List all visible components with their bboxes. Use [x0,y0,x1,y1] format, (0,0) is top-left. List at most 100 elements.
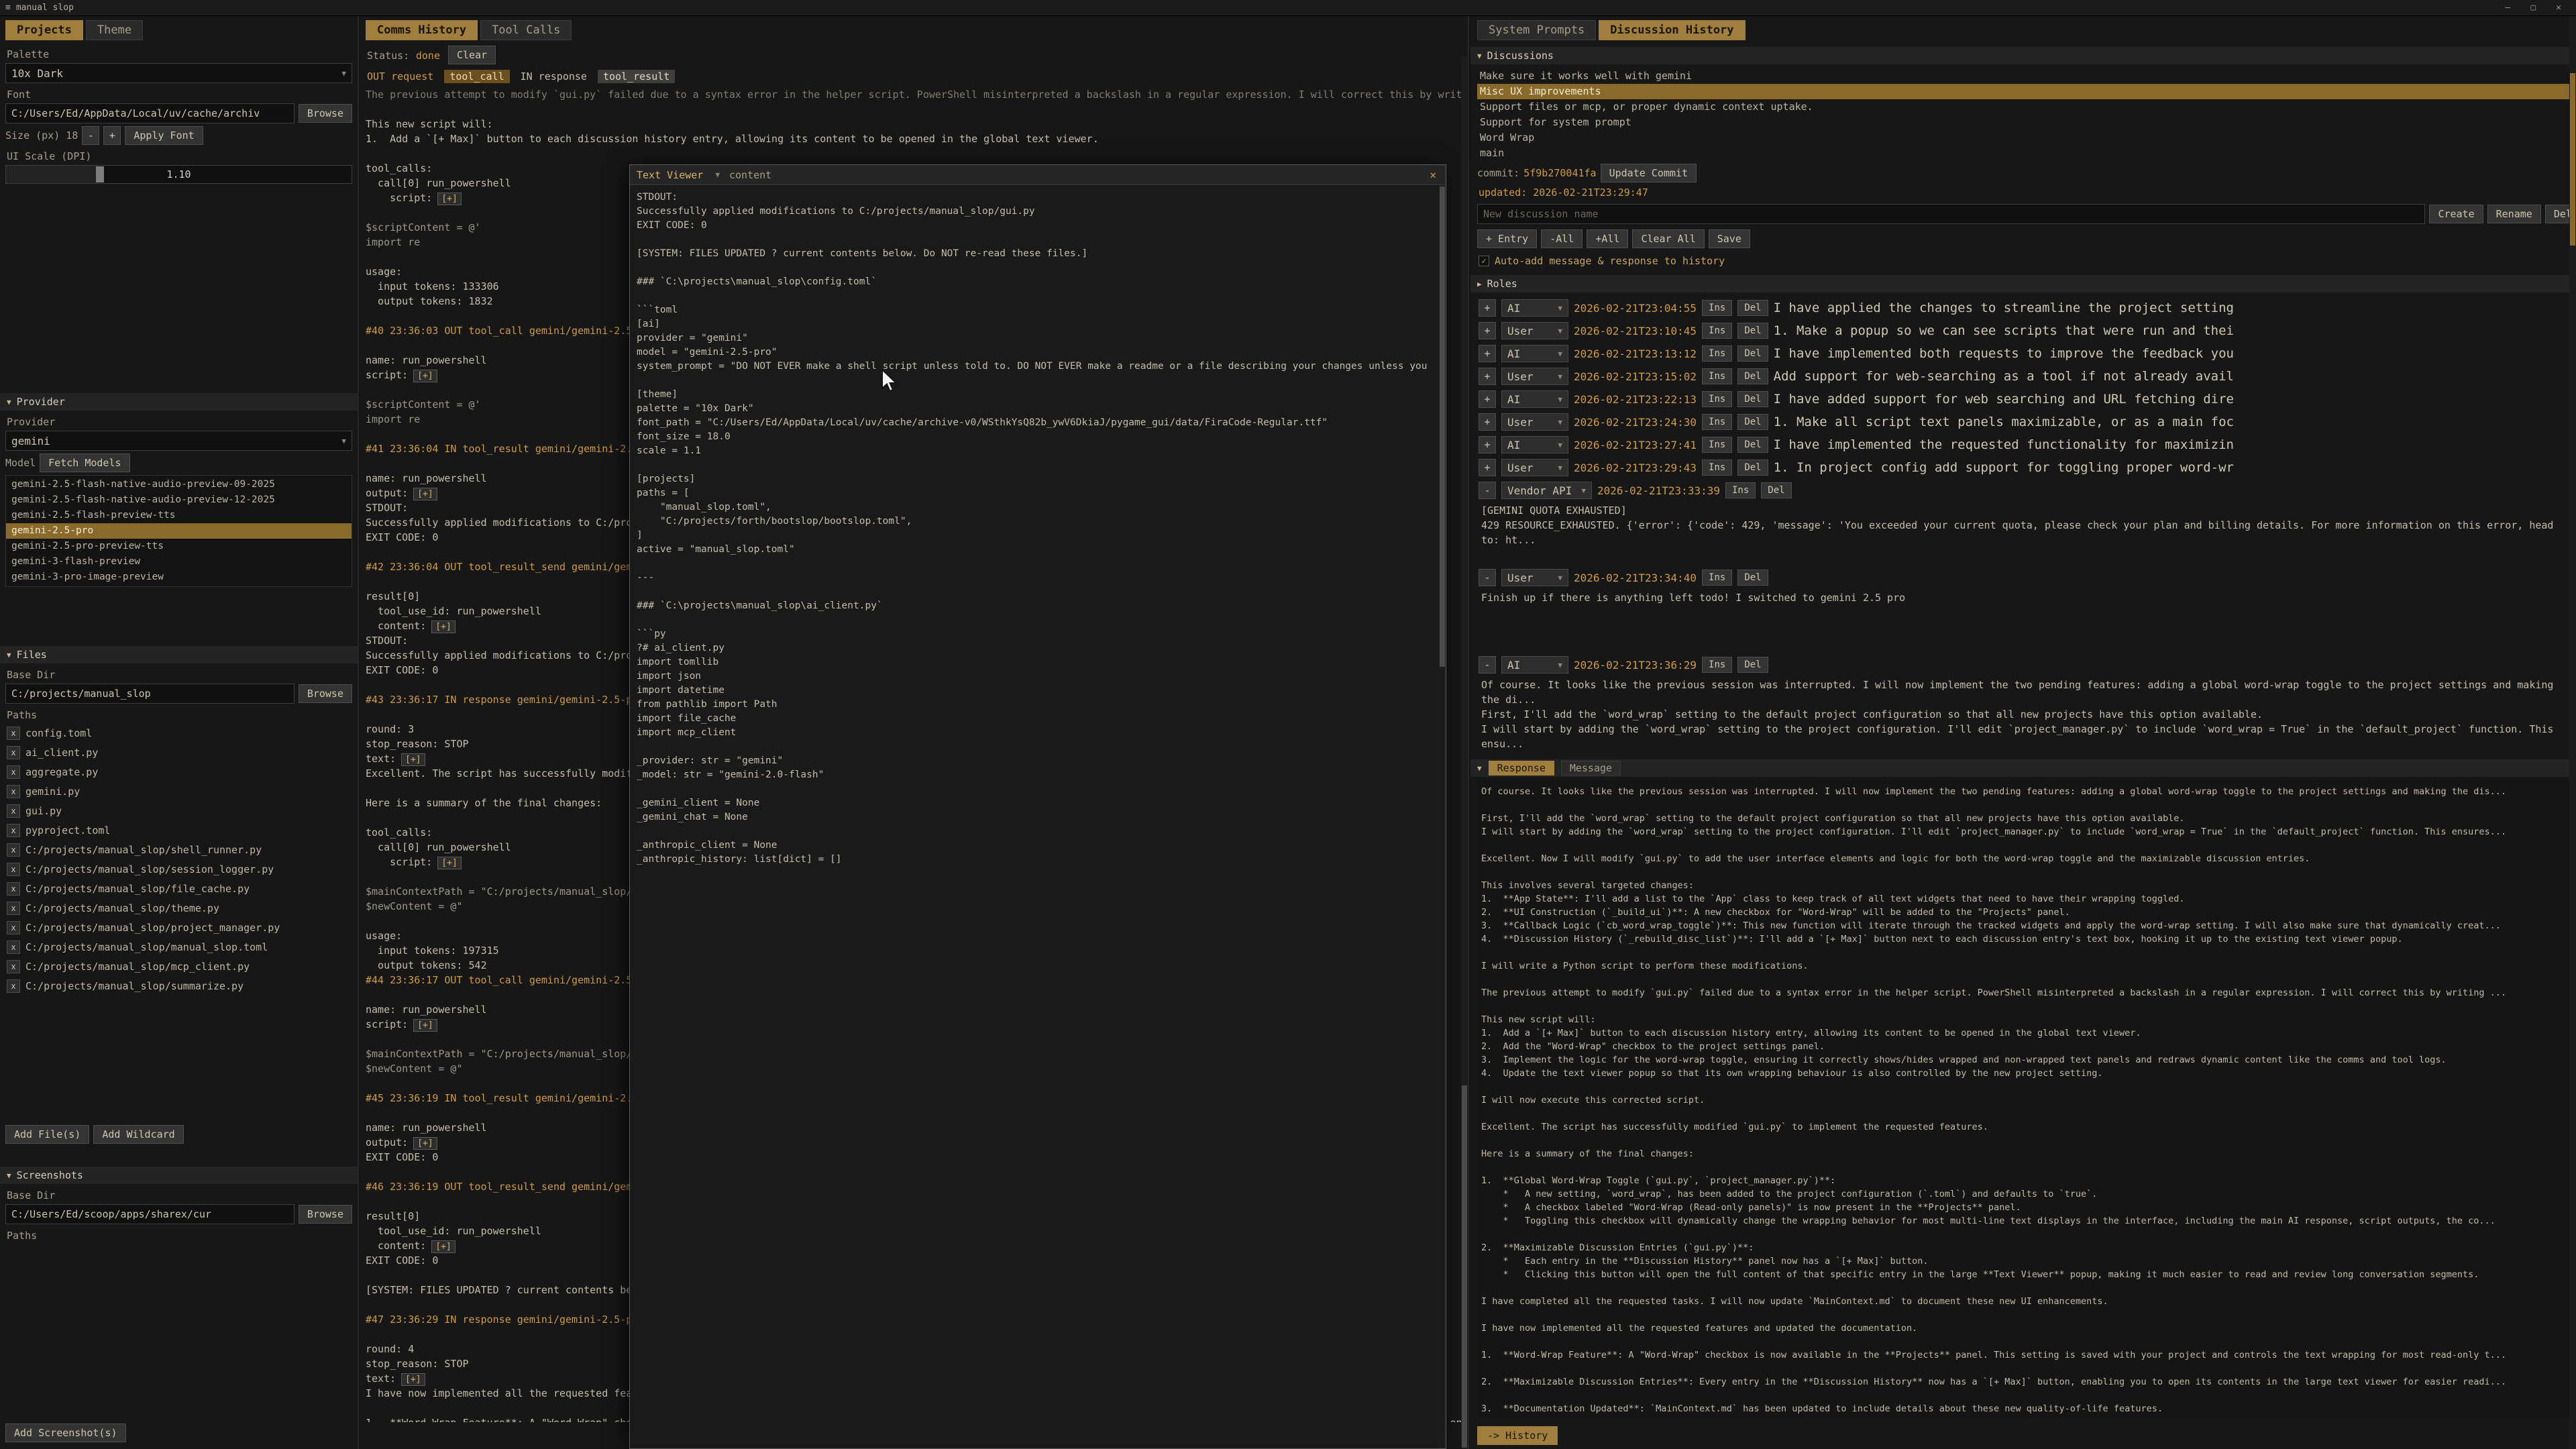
add-files-button[interactable]: Add File(s) [5,1125,89,1144]
maximize-icon[interactable]: ▢ [2530,3,2536,13]
text-viewer-titlebar[interactable]: Text Viewer ▼ content ✕ [630,165,1446,185]
files-section-header[interactable]: ▼ Files [0,646,358,663]
files-base-dir-input[interactable] [5,684,294,704]
fetch-models-button[interactable]: Fetch Models [40,453,129,472]
scrollbar-thumb[interactable] [1440,186,1445,667]
remove-file-button[interactable]: x [7,979,20,993]
entry-role-select[interactable]: User▼ [1501,459,1568,476]
save-button[interactable]: Save [1709,229,1750,248]
entry-toggle-button[interactable]: + [1479,345,1496,362]
entry-delete-button[interactable]: Del [1761,482,1791,498]
entry-delete-button[interactable]: Del [1737,345,1768,362]
new-discussion-input[interactable] [1477,204,2425,224]
entry-role-select[interactable]: AI▼ [1501,299,1568,317]
tab-message[interactable]: Message [1561,761,1621,775]
remove-file-button[interactable]: x [7,785,20,798]
entry-toggle-button[interactable]: - [1479,482,1496,499]
tab-projects[interactable]: Projects [5,20,83,40]
clear-all-button[interactable]: Clear All [1632,229,1704,248]
remove-file-button[interactable]: x [7,882,20,896]
entry-toggle-button[interactable]: + [1479,299,1496,317]
discussion-item[interactable]: main [1477,146,2569,161]
provider-select[interactable]: gemini ▼ [5,431,352,451]
scrollbar-thumb[interactable] [2570,73,2575,245]
files-browse-button[interactable]: Browse [299,684,352,703]
entry-delete-button[interactable]: Del [1737,460,1768,476]
model-item[interactable]: gemini-2.5-pro-preview-tts [6,539,352,554]
font-size-increase-button[interactable]: + [103,126,121,145]
entry-toggle-button[interactable]: + [1479,413,1496,431]
model-item[interactable]: gemini-3-flash-preview [6,554,352,570]
rename-discussion-button[interactable]: Rename [2487,205,2541,223]
entry-insert-button[interactable]: Ins [1702,368,1732,384]
remove-file-button[interactable]: x [7,902,20,915]
entry-insert-button[interactable]: Ins [1702,437,1732,453]
expand-button[interactable]: [+] [437,857,461,869]
clear-log-button[interactable]: Clear [448,46,496,64]
entry-role-select[interactable]: User▼ [1501,368,1568,385]
tab-comms-history[interactable]: Comms History [366,20,478,40]
screenshots-base-dir-input[interactable] [5,1204,294,1224]
provider-section-header[interactable]: ▼ Provider [0,393,358,411]
add-screenshots-button[interactable]: Add Screenshot(s) [5,1424,126,1442]
entry-delete-button[interactable]: Del [1737,391,1768,407]
expand-all-button[interactable]: +All [1587,229,1628,248]
model-item[interactable]: gemini-2.5-pro [6,523,352,539]
create-discussion-button[interactable]: Create [2429,205,2483,223]
remove-file-button[interactable]: x [7,727,20,740]
entry-delete-button[interactable]: Del [1737,323,1768,339]
expand-button[interactable]: [+] [401,753,425,766]
entry-role-select[interactable]: AI▼ [1501,345,1568,362]
remove-file-button[interactable]: x [7,843,20,857]
remove-file-button[interactable]: x [7,746,20,759]
discussion-item[interactable]: Support for system prompt [1477,115,2569,130]
entry-toggle-button[interactable]: + [1479,368,1496,385]
expand-button[interactable]: [+] [413,1019,437,1032]
discussion-item[interactable]: Word Wrap [1477,130,2569,146]
entry-delete-button[interactable]: Del [1737,414,1768,430]
to-history-button[interactable]: -> History [1477,1426,1558,1445]
add-wildcard-button[interactable]: Add Wildcard [93,1125,183,1144]
entry-insert-button[interactable]: Ins [1702,460,1732,476]
collapse-all-button[interactable]: -All [1541,229,1582,248]
remove-file-button[interactable]: x [7,921,20,934]
entry-delete-button[interactable]: Del [1737,300,1768,316]
discussion-item[interactable]: Support files or mcp, or proper dynamic … [1477,99,2569,115]
remove-file-button[interactable]: x [7,765,20,779]
entry-role-select[interactable]: User▼ [1501,322,1568,339]
expand-button[interactable]: [+] [413,1137,437,1150]
apply-font-button[interactable]: Apply Font [125,126,203,145]
update-commit-button[interactable]: Update Commit [1601,164,1697,182]
entry-insert-button[interactable]: Ins [1702,657,1732,673]
entry-insert-button[interactable]: Ins [1702,300,1732,316]
entry-insert-button[interactable]: Ins [1702,345,1732,362]
expand-button[interactable]: [+] [413,370,437,382]
entry-toggle-button[interactable]: - [1479,569,1496,586]
remove-file-button[interactable]: x [7,824,20,837]
roles-section-header[interactable]: ▶ Roles [1470,275,2576,292]
autoadd-checkbox[interactable]: ✓ [1479,256,1489,266]
remove-file-button[interactable]: x [7,960,20,973]
add-entry-button[interactable]: + Entry [1477,229,1537,248]
entry-delete-button[interactable]: Del [1737,437,1768,453]
entry-insert-button[interactable]: Ins [1702,323,1732,339]
entry-toggle-button[interactable]: + [1479,436,1496,453]
entry-role-select[interactable]: User▼ [1501,569,1568,586]
expand-button[interactable]: [+] [437,193,461,205]
discussion-scrollbar[interactable] [2569,16,2576,1449]
tab-tool-calls[interactable]: Tool Calls [480,20,572,40]
model-item[interactable]: gemini-2.5-flash-native-audio-preview-12… [6,492,352,508]
entry-role-select[interactable]: AI▼ [1501,656,1568,674]
palette-select[interactable]: 10x Dark ▼ [5,63,352,83]
screenshots-section-header[interactable]: ▼ Screenshots [0,1167,358,1184]
model-item[interactable]: gemini-2.5-flash-native-audio-preview-09… [6,477,352,492]
entry-delete-button[interactable]: Del [1737,368,1768,384]
minimize-icon[interactable]: — [2506,3,2511,13]
entry-role-select[interactable]: User▼ [1501,413,1568,431]
comms-log-scrollbar[interactable] [1461,56,1468,1449]
entry-delete-button[interactable]: Del [1737,657,1768,673]
entry-insert-button[interactable]: Ins [1725,482,1756,498]
expand-button[interactable]: [+] [413,488,437,500]
expand-button[interactable]: [+] [401,1373,425,1386]
entry-role-select[interactable]: AI▼ [1501,436,1568,453]
